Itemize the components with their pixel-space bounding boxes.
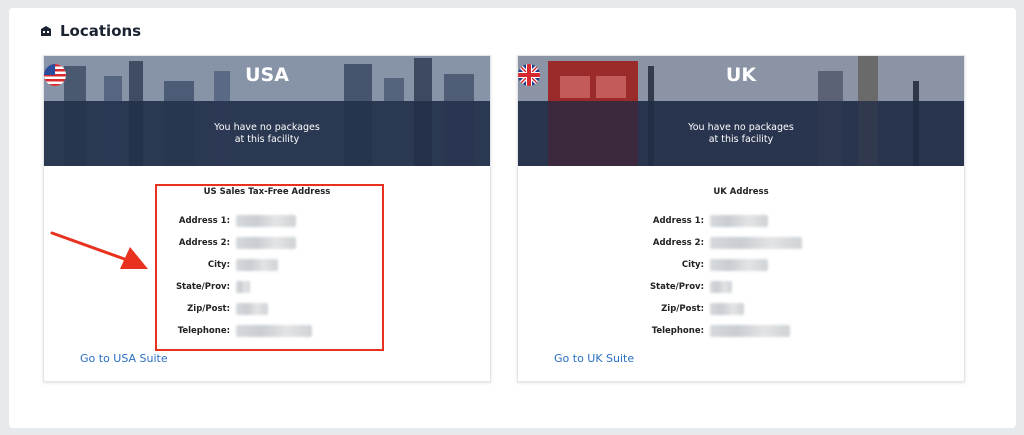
uk-package-line-2: at this facility xyxy=(708,134,774,145)
uk-city-row: City: xyxy=(518,258,964,272)
usa-package-message: You have no packages at this facility xyxy=(44,122,490,146)
uk-address1-value-redacted xyxy=(710,215,768,227)
highlight-box xyxy=(155,184,384,351)
uk-state-value-redacted xyxy=(710,281,732,293)
usa-country-name: USA xyxy=(245,64,289,86)
usa-package-line-2: at this facility xyxy=(234,134,300,145)
go-to-uk-suite-link[interactable]: Go to UK Suite xyxy=(554,352,634,365)
go-to-usa-suite-link[interactable]: Go to USA Suite xyxy=(80,352,168,365)
uk-address2-label: Address 2: xyxy=(652,238,704,248)
us-flag-icon xyxy=(44,64,66,86)
uk-address2-row: Address 2: xyxy=(518,236,964,250)
section-title-text: Locations xyxy=(60,22,142,40)
usa-banner: USA You have no packages at this facilit… xyxy=(44,56,490,166)
usa-package-line-1: You have no packages xyxy=(214,122,320,133)
uk-package-line-1: You have no packages xyxy=(688,122,794,133)
red-arrow-icon xyxy=(50,231,148,269)
usa-country-heading: USA xyxy=(44,64,490,86)
uk-location-card: UK You have no packages at this facility… xyxy=(517,55,965,382)
uk-package-message: You have no packages at this facility xyxy=(518,122,964,146)
uk-banner: UK You have no packages at this facility xyxy=(518,56,964,166)
uk-address1-label: Address 1: xyxy=(652,216,704,226)
uk-country-name: UK xyxy=(725,64,757,86)
uk-zip-label: Zip/Post: xyxy=(661,304,704,314)
uk-address2-value-redacted xyxy=(710,237,802,249)
uk-country-heading: UK xyxy=(518,64,964,86)
uk-state-row: State/Prov: xyxy=(518,280,964,294)
uk-address1-row: Address 1: xyxy=(518,214,964,228)
uk-telephone-row: Telephone: xyxy=(518,324,964,338)
section-title: Locations xyxy=(40,22,141,40)
uk-address-title: UK Address xyxy=(713,187,769,197)
uk-city-label: City: xyxy=(681,260,704,270)
uk-zip-value-redacted xyxy=(710,303,744,315)
uk-city-value-redacted xyxy=(710,259,768,271)
uk-telephone-value-redacted xyxy=(710,325,790,337)
uk-state-label: State/Prov: xyxy=(649,282,704,292)
uk-flag-icon xyxy=(518,64,540,86)
building-icon xyxy=(41,26,51,36)
uk-zip-row: Zip/Post: xyxy=(518,302,964,316)
uk-telephone-label: Telephone: xyxy=(651,326,704,336)
